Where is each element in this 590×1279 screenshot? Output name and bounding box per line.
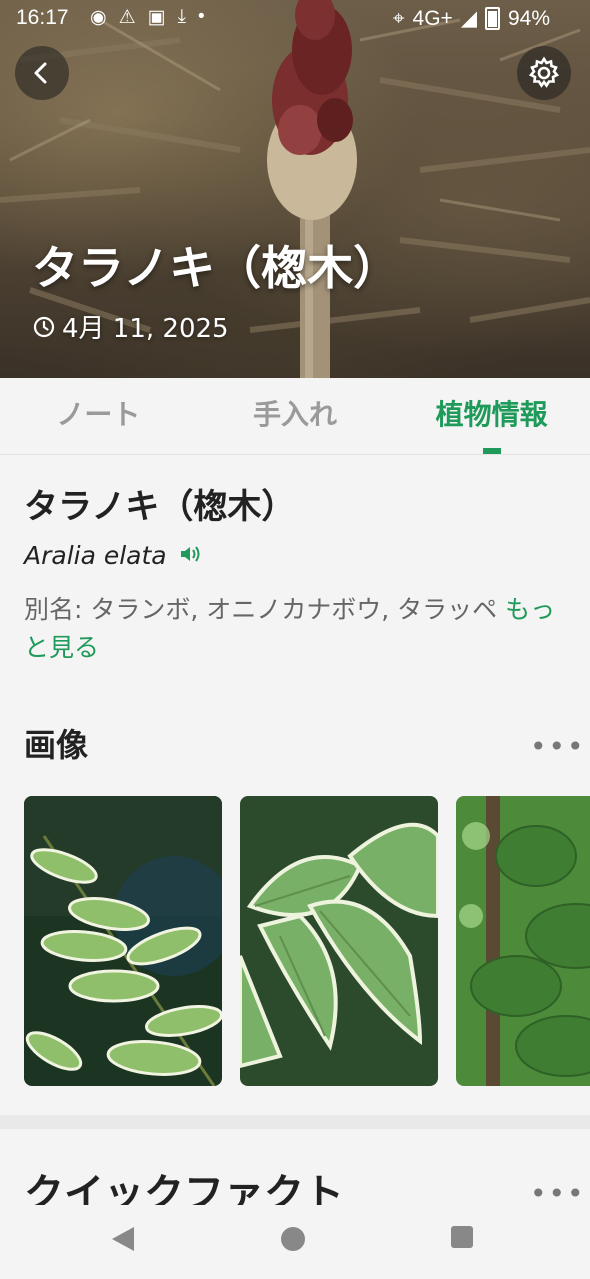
nav-recents-icon <box>451 1226 473 1248</box>
pronounce-button[interactable] <box>179 544 203 568</box>
battery-level: 94% <box>507 6 550 30</box>
images-more-button[interactable]: ••• <box>530 730 586 763</box>
network-label: 4G+ <box>412 6 453 30</box>
gallery-image-2[interactable] <box>240 796 438 1086</box>
nav-home-button[interactable] <box>279 1225 307 1257</box>
gear-icon <box>528 56 560 88</box>
back-arrow-icon <box>34 62 47 84</box>
warning-icon: ⚠ <box>118 7 136 28</box>
nav-back-button[interactable] <box>110 1225 136 1257</box>
hero-title: タラノキ（楤木） <box>32 241 400 295</box>
date-text: 4月 11, 2025 <box>62 314 229 344</box>
image-gallery <box>24 796 590 1086</box>
tab-plant-info[interactable]: 植物情報 <box>393 378 590 454</box>
download-icon: ⤓ <box>177 6 186 27</box>
tab-plant-info-label: 植物情報 <box>435 398 548 431</box>
tab-care[interactable]: 手入れ <box>197 378 394 454</box>
gallery-image-3[interactable] <box>456 796 590 1086</box>
nav-back-icon <box>112 1227 134 1251</box>
running-icon: ◉ <box>90 7 107 28</box>
clock-icon <box>33 316 55 337</box>
calendar-icon: ▣ <box>147 7 166 28</box>
tab-bar: ノート 手入れ 植物情報 <box>0 378 590 455</box>
nav-home-icon <box>281 1227 305 1251</box>
leaf-photo-3 <box>456 796 590 1086</box>
leaf-photo-2 <box>240 796 438 1086</box>
images-section-title: 画像 <box>24 726 89 764</box>
scientific-name-row: Aralia elata <box>24 541 203 570</box>
battery-icon <box>484 7 500 30</box>
plant-name: タラノキ（楤木） <box>24 487 296 527</box>
back-button[interactable] <box>15 46 69 100</box>
scientific-name: Aralia elata <box>24 541 167 570</box>
hero-header: 16:17 ◉ ⚠ ▣ ⤓ • ⌖ 4G+ ◢ 94% タラノキ（楤木） 4月 … <box>0 0 590 378</box>
tab-active-indicator <box>482 448 501 454</box>
status-notification-icons: ◉ ⚠ ▣ ⤓ • <box>90 6 205 29</box>
aliases-list: 別名: タランボ, オニノカナボウ, タラッペ <box>24 595 498 624</box>
settings-button[interactable] <box>517 46 571 100</box>
leaf-photo-1 <box>24 796 222 1086</box>
nav-recents-button[interactable] <box>450 1225 474 1253</box>
aliases-text: 別名: タランボ, オニノカナボウ, タラッペ もっと見る <box>24 591 564 667</box>
status-time: 16:17 <box>16 6 69 29</box>
speaker-icon <box>180 545 200 562</box>
section-divider <box>0 1115 590 1129</box>
system-nav-bar <box>0 1205 590 1279</box>
tab-notes[interactable]: ノート <box>0 378 197 454</box>
signal-icon: ◢ <box>460 7 477 30</box>
dot-icon: • <box>198 6 205 27</box>
tab-care-label: 手入れ <box>253 398 338 431</box>
location-icon: ⌖ <box>392 6 405 30</box>
hero-date: 4月 11, 2025 <box>32 308 229 345</box>
tab-notes-label: ノート <box>56 398 141 431</box>
status-bar: 16:17 ◉ ⚠ ▣ ⤓ • ⌖ 4G+ ◢ 94% <box>0 0 590 38</box>
gallery-image-1[interactable] <box>24 796 222 1086</box>
